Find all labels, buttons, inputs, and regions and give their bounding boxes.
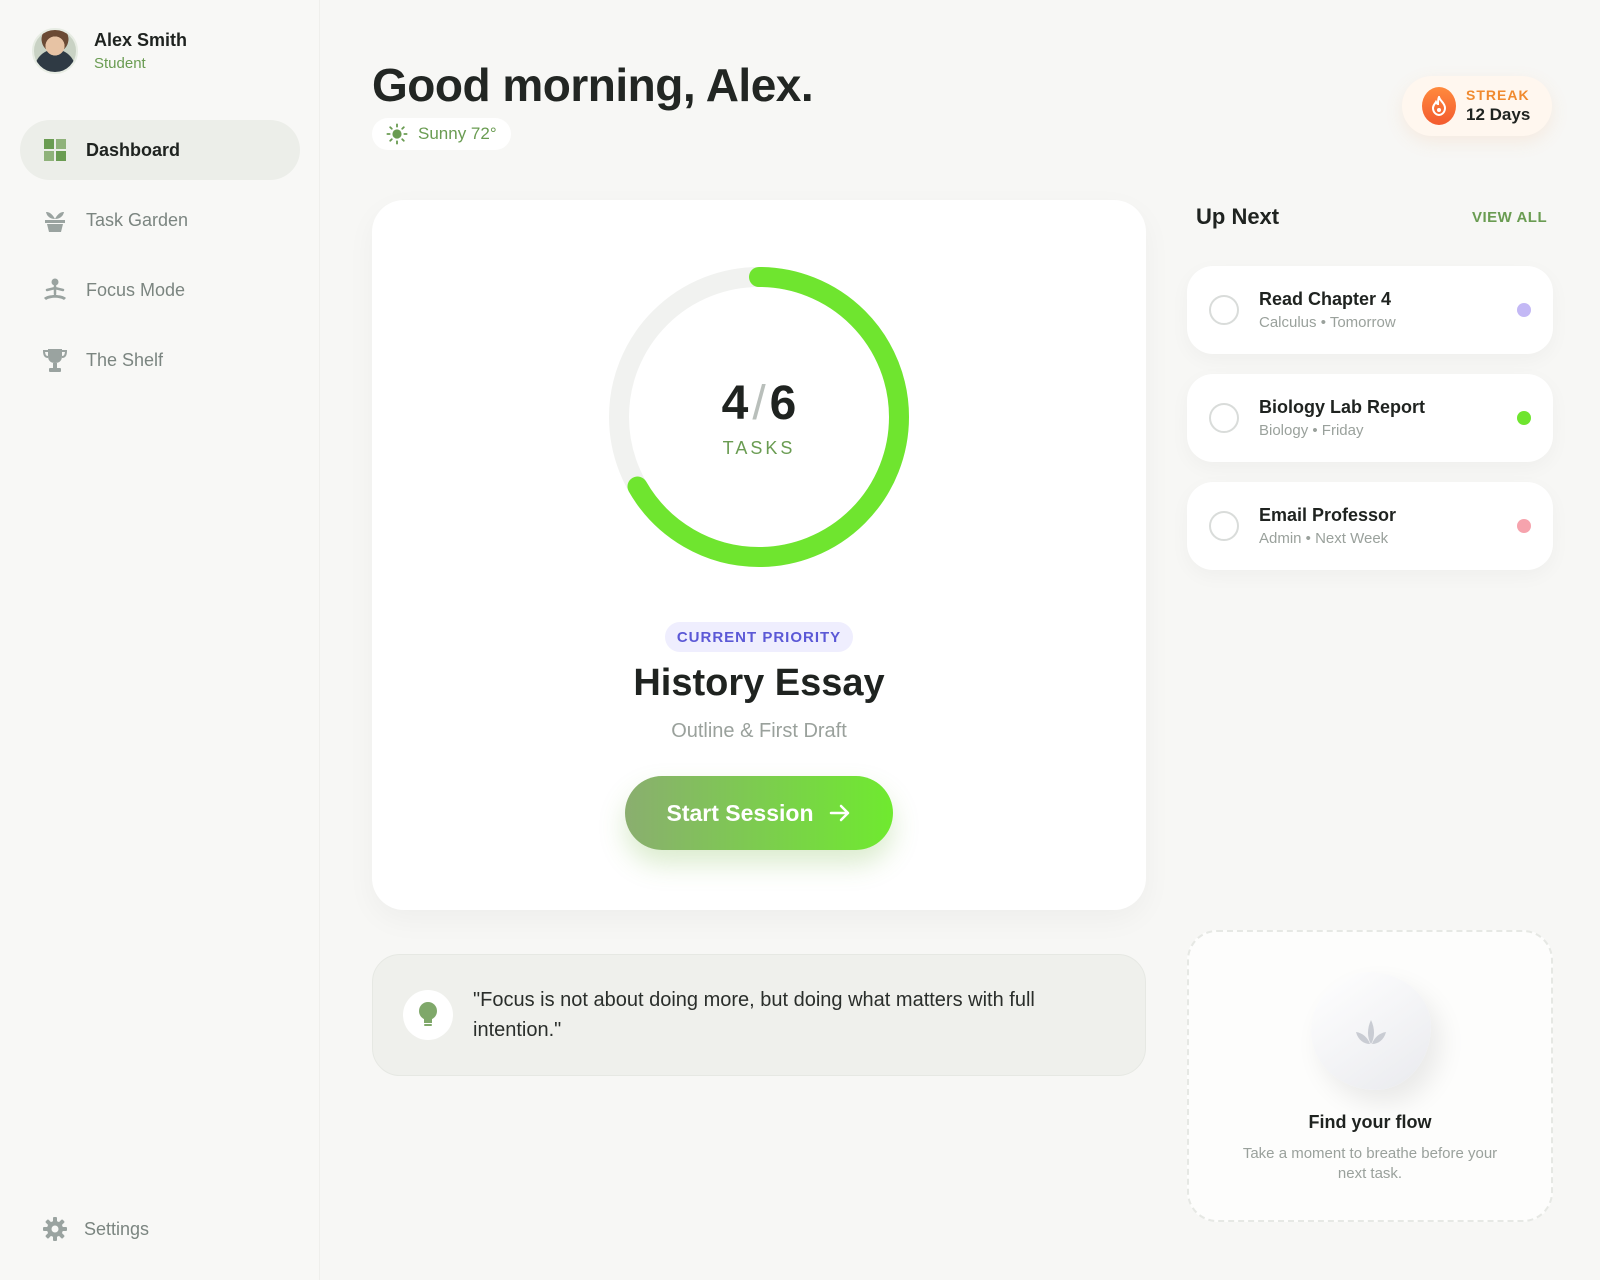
task-checkbox[interactable] (1209, 403, 1239, 433)
priority-title: History Essay (633, 662, 885, 704)
flame-icon (1422, 87, 1456, 125)
status-dot (1517, 519, 1531, 533)
quote-text: "Focus is not about doing more, but doin… (473, 989, 1035, 1041)
sidebar-nav: Dashboard Task Garden Focus Mode The She… (20, 120, 300, 400)
sidebar-item-task-garden[interactable]: Task Garden (20, 190, 300, 250)
priority-badge: CURRENT PRIORITY (665, 622, 853, 652)
gear-icon (42, 1216, 68, 1242)
plant-pot-icon (42, 207, 68, 233)
count-separator: / (752, 377, 766, 430)
settings-button[interactable]: Settings (42, 1216, 149, 1242)
list-item[interactable]: Biology Lab Report Biology • Friday (1187, 374, 1553, 462)
completed-count: 4 (721, 377, 749, 430)
sidebar-item-label: The Shelf (86, 349, 164, 370)
start-session-button[interactable]: Start Session (625, 776, 893, 850)
task-title: Email Professor (1259, 505, 1397, 525)
streak-badge: STREAK 12 Days (1402, 76, 1552, 136)
leaf-icon (1356, 1020, 1386, 1044)
priority-card: 4/6 TASKS CURRENT PRIORITY History Essay… (372, 200, 1146, 910)
page-title: Good morning, Alex. (372, 59, 814, 111)
up-next-list: Read Chapter 4 Calculus • Tomorrow Biolo… (1187, 266, 1553, 590)
avatar (32, 28, 78, 74)
trophy-icon (42, 347, 68, 373)
settings-label: Settings (84, 1218, 150, 1239)
list-item[interactable]: Read Chapter 4 Calculus • Tomorrow (1187, 266, 1553, 354)
up-next-title: Up Next (1196, 204, 1280, 229)
lightbulb-icon (403, 990, 453, 1040)
weather-chip: Sunny 72° (372, 118, 511, 150)
sidebar: Alex Smith Student Dashboard Task Garden… (0, 0, 320, 1280)
sidebar-item-label: Dashboard (86, 139, 181, 160)
sun-icon (386, 123, 408, 145)
sidebar-item-label: Task Garden (86, 209, 189, 230)
start-session-label: Start Session (666, 799, 814, 826)
flow-text: Take a moment to breathe before your nex… (1242, 1145, 1498, 1182)
streak-value: 12 Days (1466, 105, 1531, 124)
priority-subtitle: Outline & First Draft (671, 720, 847, 742)
zen-stone (1311, 972, 1431, 1090)
task-title: Biology Lab Report (1259, 397, 1425, 417)
task-checkbox[interactable] (1209, 295, 1239, 325)
task-title: Read Chapter 4 (1259, 289, 1392, 309)
profile-name: Alex Smith (94, 30, 188, 50)
count-label: TASKS (722, 438, 796, 458)
status-dot (1517, 411, 1531, 425)
profile-role: Student (94, 55, 146, 72)
sidebar-item-the-shelf[interactable]: The Shelf (20, 330, 300, 390)
sidebar-item-focus-mode[interactable]: Focus Mode (20, 260, 300, 320)
task-count: 4/6 (372, 376, 1146, 431)
view-all-link[interactable]: VIEW ALL (1472, 209, 1547, 226)
task-checkbox[interactable] (1209, 511, 1239, 541)
arrow-right-icon (829, 804, 849, 822)
task-meta: Biology • Friday (1259, 422, 1364, 439)
flow-title: Find your flow (1308, 1112, 1432, 1132)
status-dot (1517, 303, 1531, 317)
quote-card: "Focus is not about doing more, but doin… (372, 954, 1146, 1076)
sidebar-item-label: Focus Mode (86, 279, 186, 300)
flow-card[interactable]: Find your flow Take a moment to breathe … (1187, 930, 1553, 1222)
list-item[interactable]: Email Professor Admin • Next Week (1187, 482, 1553, 570)
user-profile[interactable]: Alex Smith Student (32, 28, 187, 74)
task-meta: Calculus • Tomorrow (1259, 314, 1396, 331)
streak-label: STREAK (1466, 87, 1530, 103)
weather-text: Sunny 72° (418, 124, 497, 143)
sidebar-item-dashboard[interactable]: Dashboard (20, 120, 300, 180)
meditation-icon (42, 277, 68, 303)
grid-icon (42, 137, 68, 163)
task-meta: Admin • Next Week (1259, 530, 1389, 547)
total-count: 6 (769, 377, 797, 430)
